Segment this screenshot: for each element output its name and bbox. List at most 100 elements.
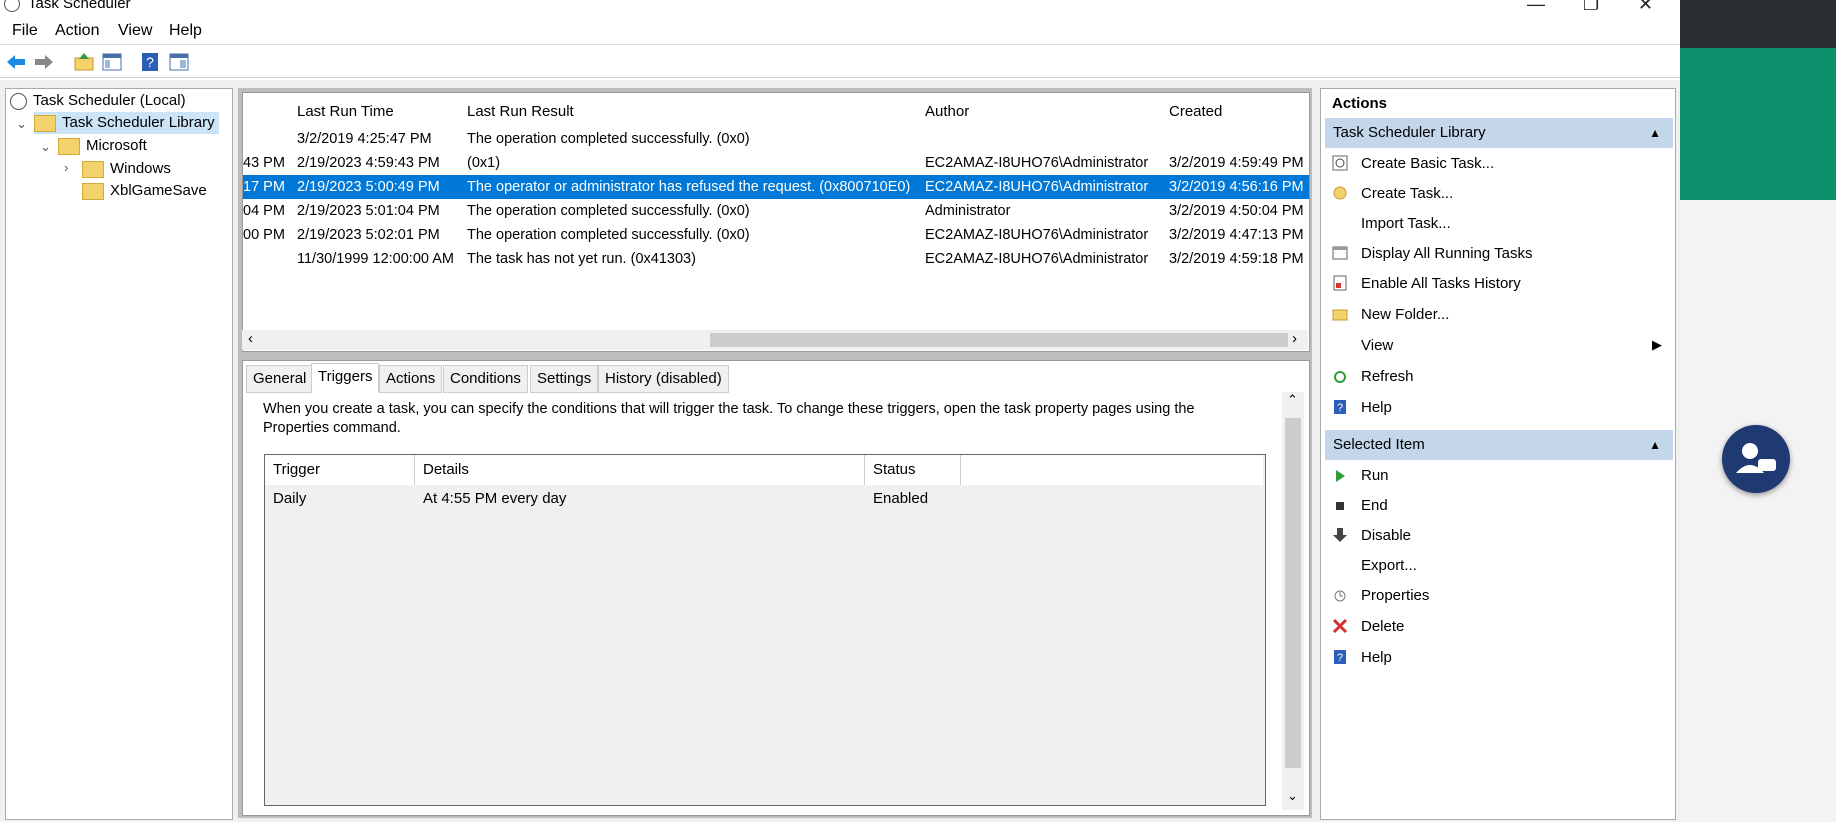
scroll-right-icon[interactable]: › xyxy=(1292,330,1297,347)
cell-last-run: 2/19/2023 5:02:01 PM xyxy=(297,227,440,243)
tasks-history-icon xyxy=(1333,275,1347,291)
vertical-scrollbar[interactable]: ⌃ ⌄ xyxy=(1282,392,1304,810)
close-icon[interactable]: ✕ xyxy=(1638,0,1653,15)
help-icon: ? xyxy=(1334,400,1346,414)
clock-icon xyxy=(10,92,27,110)
action-end[interactable]: End xyxy=(1361,494,1388,518)
action-refresh[interactable]: Refresh xyxy=(1361,365,1414,389)
cell-author: EC2AMAZ-I8UHO76\Administrator xyxy=(925,251,1149,267)
cell-created: 3/2/2019 4:59:49 PM xyxy=(1169,155,1304,171)
action-display-running-tasks[interactable]: Display All Running Tasks xyxy=(1361,242,1532,266)
tree-item-library[interactable]: Task Scheduler Library xyxy=(34,112,219,134)
tree-item-xblgamesave[interactable]: XblGameSave xyxy=(82,180,207,202)
scroll-up-icon[interactable]: ⌃ xyxy=(1287,392,1298,408)
menu-view[interactable]: View xyxy=(118,22,152,40)
column-header-status[interactable]: Status xyxy=(865,455,961,485)
column-header-empty xyxy=(961,455,1263,485)
end-icon xyxy=(1336,502,1344,510)
action-view[interactable]: View xyxy=(1361,334,1393,358)
menu-help[interactable]: Help xyxy=(169,22,202,40)
details-cell[interactable]: At 4:55 PM every day xyxy=(415,487,566,511)
section-task-scheduler-library[interactable]: Task Scheduler Library ▲ xyxy=(1325,118,1673,148)
column-header-last-run-time[interactable]: Last Run Time xyxy=(297,103,394,120)
tab-actions[interactable]: Actions xyxy=(379,365,443,393)
clock-icon xyxy=(4,0,20,12)
cell-prev: 43 PM xyxy=(243,155,285,171)
table-row[interactable]: 04 PM 2/19/2023 5:01:04 PM The operation… xyxy=(243,199,1309,223)
chat-support-button[interactable] xyxy=(1722,425,1790,493)
column-header-author[interactable]: Author xyxy=(925,103,969,120)
background-banner xyxy=(1680,48,1836,200)
chevron-down-icon[interactable]: ⌄ xyxy=(16,116,27,132)
svg-text:?: ? xyxy=(1337,402,1343,414)
scroll-thumb[interactable] xyxy=(1285,418,1301,768)
scroll-left-icon[interactable]: ‹ xyxy=(248,330,253,347)
chevron-down-icon[interactable]: ⌄ xyxy=(40,139,51,155)
tree-item-windows[interactable]: Windows xyxy=(82,158,171,180)
section-title: Selected Item xyxy=(1333,436,1425,453)
task-list: Last Run Time Last Run Result Author Cre… xyxy=(242,92,1310,352)
cell-result: The operator or administrator has refuse… xyxy=(467,179,911,195)
show-hide-action-pane-icon[interactable] xyxy=(168,51,190,73)
column-header-created[interactable]: Created xyxy=(1169,103,1222,120)
cell-result: The operation completed successfully. (0… xyxy=(467,131,750,147)
table-row-selected[interactable]: 17 PM 2/19/2023 5:00:49 PM The operator … xyxy=(243,175,1309,199)
up-folder-icon[interactable] xyxy=(73,51,95,73)
table-row[interactable]: 43 PM 2/19/2023 4:59:43 PM (0x1) EC2AMAZ… xyxy=(243,151,1309,175)
column-header-last-run-result[interactable]: Last Run Result xyxy=(467,103,574,120)
column-header-details[interactable]: Details xyxy=(415,455,865,485)
tab-triggers[interactable]: Triggers xyxy=(311,363,380,393)
action-run[interactable]: Run xyxy=(1361,464,1389,488)
tree-item-microsoft[interactable]: Microsoft xyxy=(58,135,147,157)
cell-result: The task has not yet run. (0x41303) xyxy=(467,251,696,267)
action-help[interactable]: Help xyxy=(1361,396,1392,420)
tree-windows-label: Windows xyxy=(110,160,171,177)
action-disable[interactable]: Disable xyxy=(1361,524,1411,548)
trigger-cell[interactable]: Daily xyxy=(265,487,306,511)
scroll-down-icon[interactable]: ⌄ xyxy=(1287,788,1298,804)
folder-icon xyxy=(82,182,104,200)
title-bar: Task Scheduler — ❐ ✕ xyxy=(0,0,1680,14)
forward-arrow-icon[interactable] xyxy=(33,51,55,73)
create-basic-task-icon xyxy=(1332,155,1348,171)
action-export[interactable]: Export... xyxy=(1361,554,1417,578)
run-icon xyxy=(1336,470,1345,482)
action-help-selected[interactable]: Help xyxy=(1361,646,1392,670)
tree-microsoft-label: Microsoft xyxy=(86,137,147,154)
action-properties[interactable]: Properties xyxy=(1361,584,1429,608)
table-row[interactable]: 00 PM 2/19/2023 5:02:01 PM The operation… xyxy=(243,223,1309,247)
tab-history[interactable]: History (disabled) xyxy=(598,365,729,393)
back-arrow-icon[interactable] xyxy=(5,51,27,73)
status-cell[interactable]: Enabled xyxy=(865,487,928,511)
menu-file[interactable]: File xyxy=(12,22,38,40)
minimize-icon[interactable]: — xyxy=(1527,0,1545,15)
triggers-table: Trigger Details Status Daily At 4:55 PM … xyxy=(264,454,1266,806)
collapse-icon[interactable]: ▲ xyxy=(1649,430,1661,460)
chevron-right-icon[interactable]: › xyxy=(64,160,68,175)
tab-general[interactable]: General xyxy=(246,365,314,393)
table-row[interactable]: 11/30/1999 12:00:00 AM The task has not … xyxy=(243,247,1309,271)
action-create-task[interactable]: Create Task... xyxy=(1361,182,1453,206)
action-import-task[interactable]: Import Task... xyxy=(1361,212,1451,236)
collapse-icon[interactable]: ▲ xyxy=(1649,118,1661,148)
background-header xyxy=(1680,0,1836,48)
table-row[interactable]: 3/2/2019 4:25:47 PM The operation comple… xyxy=(243,127,1309,151)
action-new-folder[interactable]: New Folder... xyxy=(1361,303,1449,327)
action-enable-tasks-history[interactable]: Enable All Tasks History xyxy=(1361,272,1521,296)
restore-icon[interactable]: ❐ xyxy=(1583,0,1599,15)
scroll-thumb[interactable] xyxy=(710,333,1288,347)
cell-last-run: 2/19/2023 5:00:49 PM xyxy=(297,179,440,195)
cell-created: 3/2/2019 4:56:16 PM xyxy=(1169,179,1304,195)
menu-action[interactable]: Action xyxy=(55,22,99,40)
horizontal-scrollbar[interactable]: ‹ › xyxy=(242,330,1308,350)
tab-settings[interactable]: Settings xyxy=(530,365,599,393)
action-create-basic-task[interactable]: Create Basic Task... xyxy=(1361,152,1494,176)
cell-prev: 00 PM xyxy=(243,227,285,243)
action-delete[interactable]: Delete xyxy=(1361,615,1404,639)
show-hide-console-tree-icon[interactable] xyxy=(101,51,123,73)
section-selected-item[interactable]: Selected Item ▲ xyxy=(1325,430,1673,460)
help-icon[interactable]: ? xyxy=(139,51,161,73)
tree-item-root[interactable]: Task Scheduler (Local) xyxy=(10,90,186,112)
tab-conditions[interactable]: Conditions xyxy=(443,365,528,393)
column-header-trigger[interactable]: Trigger xyxy=(265,455,415,485)
